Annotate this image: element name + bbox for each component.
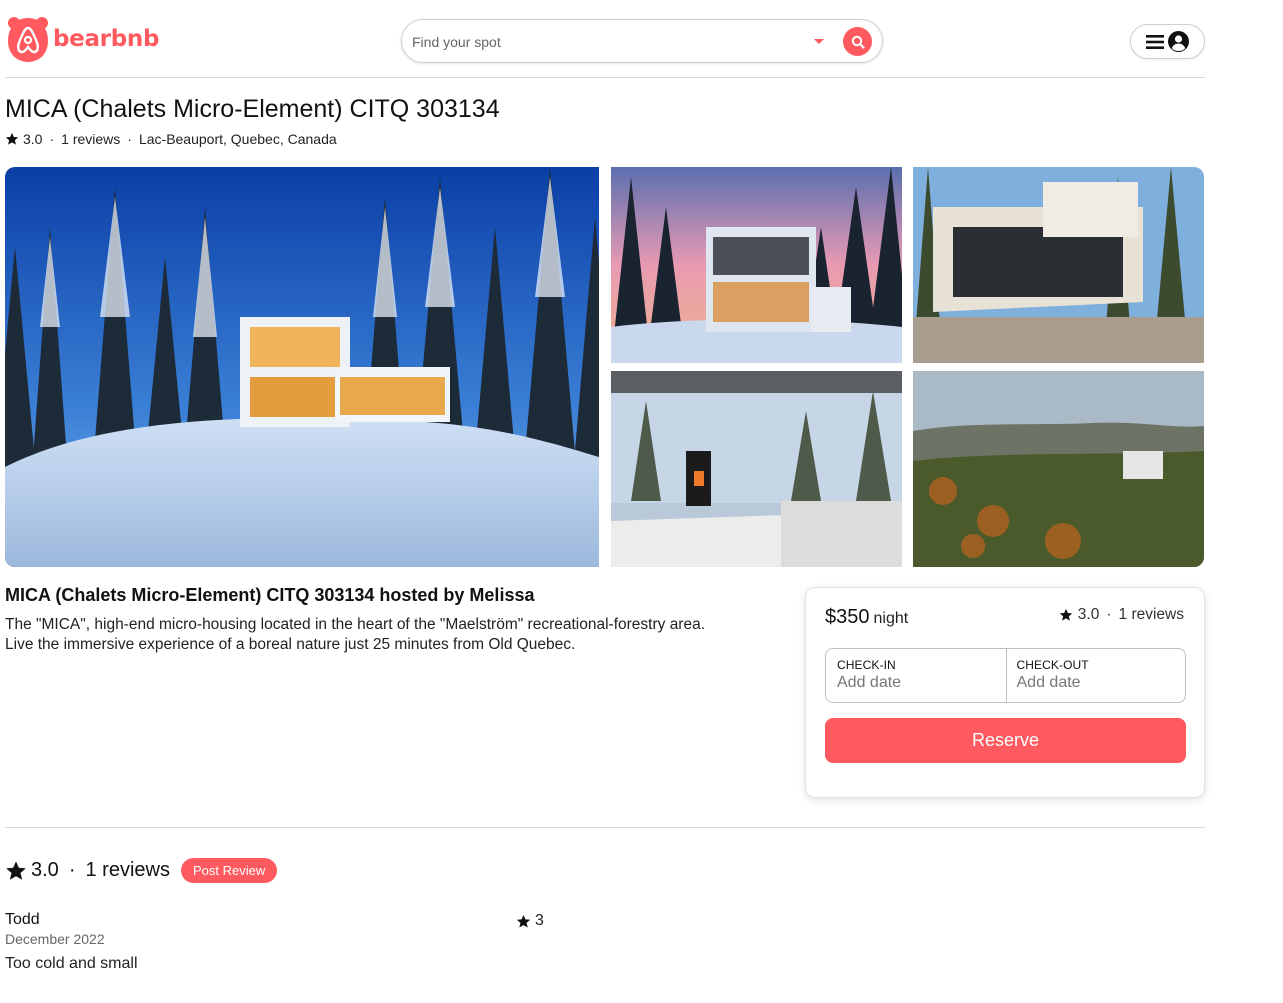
nightly-price: $350 night	[825, 606, 908, 629]
home-logo-link[interactable]: bearbnb	[6, 14, 159, 64]
search-input[interactable]	[412, 31, 792, 53]
gallery-photo-4[interactable]	[611, 371, 902, 567]
search-button[interactable]	[843, 27, 872, 56]
booking-rating: 3.0 · 1 reviews	[1059, 606, 1184, 624]
checkin-label: CHECK-IN	[837, 658, 896, 672]
booking-card: $350 night 3.0 · 1 reviews CHECK-IN Add d…	[805, 587, 1205, 798]
reviews-rating: 3.0	[31, 859, 59, 881]
checkin-field[interactable]: CHECK-IN Add date	[826, 649, 1006, 702]
gallery-photo-3[interactable]	[913, 167, 1204, 363]
separator-dot: ·	[127, 131, 132, 147]
reviews-count: 1 reviews	[85, 859, 170, 881]
listing-location[interactable]: Lac-Beauport, Quebec, Canada	[139, 131, 337, 147]
description-line: Live the immersive experience of a borea…	[5, 636, 576, 653]
main-photo[interactable]	[5, 167, 599, 567]
menu-icon	[1146, 34, 1164, 49]
host-heading: MICA (Chalets Micro-Element) CITQ 303134…	[5, 585, 535, 605]
post-review-button[interactable]: Post Review	[180, 858, 278, 883]
search-icon	[851, 35, 865, 49]
listing-meta: 3.0 · 1 reviews · Lac-Beauport, Quebec, …	[5, 131, 337, 147]
top-navbar: bearbnb	[0, 0, 1283, 78]
gallery-photo-5[interactable]	[913, 371, 1204, 567]
header-divider	[5, 77, 1205, 78]
listing-description: The "MICA", high-end micro-housing locat…	[5, 615, 705, 655]
review-date: December 2022	[5, 931, 105, 947]
logo-text: bearbnb	[53, 26, 160, 52]
review-text: Too cold and small	[5, 955, 138, 972]
caret-down-icon[interactable]	[814, 39, 824, 44]
checkout-field[interactable]: CHECK-OUT Add date	[1005, 649, 1186, 702]
reviews-header: 3.0 · 1 reviews Post Review	[5, 858, 278, 883]
checkin-value: Add date	[837, 674, 902, 691]
booking-rating-value: 3.0	[1077, 606, 1100, 623]
description-line: The "MICA", high-end micro-housing locat…	[5, 616, 706, 633]
reserve-button[interactable]: Reserve	[825, 718, 1186, 763]
star-icon	[6, 860, 26, 880]
price-unit: night	[873, 610, 909, 627]
star-icon	[5, 132, 19, 145]
section-divider	[5, 827, 1205, 828]
separator-dot: ·	[49, 131, 55, 147]
listing-reviews-link[interactable]: 1 reviews	[61, 131, 120, 147]
bear-logo-icon	[8, 17, 48, 62]
checkout-label: CHECK-OUT	[1016, 658, 1089, 672]
review-stars: 3	[516, 912, 544, 930]
booking-reviews-count: 1 reviews	[1118, 606, 1184, 623]
review-author: Todd	[5, 911, 40, 928]
review-star-value: 3	[535, 912, 544, 929]
date-picker: CHECK-IN Add date CHECK-OUT Add date	[825, 648, 1186, 703]
search-bar	[401, 19, 883, 63]
star-icon	[516, 914, 531, 927]
separator-dot: ·	[68, 859, 76, 881]
separator-dot: ·	[1106, 606, 1112, 623]
price-amount: $350	[825, 606, 870, 628]
user-icon	[1168, 31, 1189, 52]
listing-title: MICA (Chalets Micro-Element) CITQ 303134	[5, 95, 500, 123]
listing-rating: 3.0	[23, 131, 43, 147]
user-menu-button[interactable]	[1130, 24, 1205, 59]
star-icon	[1059, 608, 1073, 621]
checkout-value: Add date	[1016, 674, 1081, 691]
gallery-photo-2[interactable]	[611, 167, 902, 363]
